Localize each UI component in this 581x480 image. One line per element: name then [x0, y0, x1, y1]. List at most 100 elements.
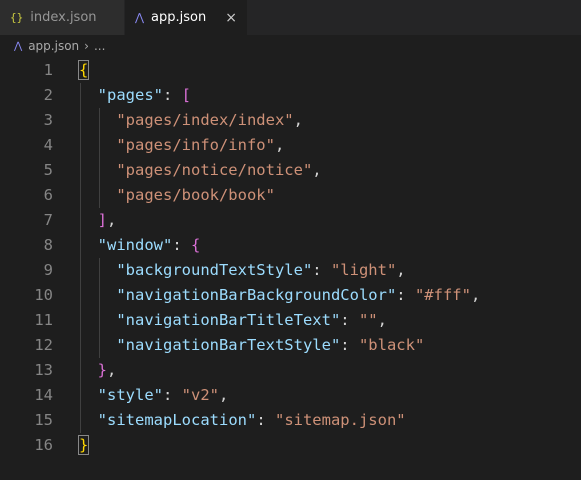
close-icon[interactable]: ×: [225, 10, 237, 26]
code-token: ,: [293, 111, 303, 129]
code-line[interactable]: 3 "pages/index/index",: [0, 108, 581, 133]
code-token: :: [172, 236, 191, 254]
json-string: "v2": [181, 386, 219, 404]
code-editor[interactable]: 1{2 "pages": [3 "pages/index/index", 4 "p…: [0, 58, 581, 480]
code-line[interactable]: 2 "pages": [: [0, 83, 581, 108]
code-text: "navigationBarBackgroundColor": "#fff",: [79, 283, 480, 308]
json-string: "#fff": [414, 286, 471, 304]
code-line[interactable]: 11 "navigationBarTitleText": "",: [0, 308, 581, 333]
json-key: "sitemapLocation": [97, 411, 257, 429]
code-text: "pages/book/book": [79, 183, 275, 208]
bracket: ]: [97, 211, 108, 229]
line-number: 15: [34, 411, 53, 429]
tab-label: app.json: [151, 10, 207, 25]
code-token: ,: [219, 386, 229, 404]
code-token: ,: [377, 311, 387, 329]
code-text: "pages/notice/notice",: [79, 158, 322, 183]
code-text: {: [77, 58, 90, 83]
code-token: :: [163, 86, 182, 104]
code-token: :: [396, 286, 415, 304]
code-token: ,: [312, 161, 322, 179]
breadcrumb: ⋀ app.json › ...: [0, 35, 581, 57]
json-string: "": [358, 311, 378, 329]
breadcrumb-file[interactable]: app.json: [28, 39, 79, 53]
code-text: "sitemapLocation": "sitemap.json": [79, 408, 406, 433]
code-text: },: [79, 358, 117, 383]
bracket: }: [97, 361, 108, 379]
line-number: 8: [43, 236, 53, 254]
code-token: :: [256, 411, 275, 429]
json-key: "navigationBarBackgroundColor": [116, 286, 397, 304]
json-string: "pages/index/index": [116, 111, 294, 129]
code-line[interactable]: 16}: [0, 433, 581, 458]
code-text: "style": "v2",: [79, 383, 229, 408]
code-token: :: [163, 386, 182, 404]
line-number: 16: [34, 436, 53, 454]
code-line[interactable]: 12 "navigationBarTextStyle": "black": [0, 333, 581, 358]
code-line[interactable]: 15 "sitemapLocation": "sitemap.json": [0, 408, 581, 433]
line-number: 3: [43, 111, 53, 129]
code-line[interactable]: 9 "backgroundTextStyle": "light",: [0, 258, 581, 283]
bracket: }: [77, 435, 90, 455]
code-line[interactable]: 13 },: [0, 358, 581, 383]
json-braces-icon: {}: [10, 11, 24, 24]
tab-label: index.json: [30, 10, 97, 25]
code-text: "pages/index/index",: [79, 108, 303, 133]
json-string: "pages/info/info": [116, 136, 275, 154]
miniprogram-icon: ⋀: [135, 11, 145, 24]
code-line[interactable]: 10 "navigationBarBackgroundColor": "#fff…: [0, 283, 581, 308]
code-line[interactable]: 5 "pages/notice/notice",: [0, 158, 581, 183]
line-number: 13: [34, 361, 53, 379]
code-token: ,: [107, 211, 117, 229]
line-number: 2: [43, 86, 53, 104]
line-number: 6: [43, 186, 53, 204]
json-key: "style": [97, 386, 163, 404]
code-text: "navigationBarTextStyle": "black": [79, 333, 424, 358]
line-number: 1: [43, 61, 53, 79]
json-key: "pages": [97, 86, 163, 104]
breadcrumb-more[interactable]: ...: [94, 39, 105, 53]
bracket: {: [191, 236, 201, 254]
code-line[interactable]: 4 "pages/info/info",: [0, 133, 581, 158]
code-line[interactable]: 1{: [0, 58, 581, 83]
json-string: "light": [330, 261, 397, 279]
tab-app-json[interactable]: ⋀ app.json ×: [125, 0, 247, 35]
editor-tab-bar: {} index.json ⋀ app.json ×: [0, 0, 581, 35]
code-text: "pages": [: [79, 83, 191, 108]
json-key: "window": [97, 236, 173, 254]
code-text: "navigationBarTitleText": "",: [79, 308, 387, 333]
line-number: 10: [34, 286, 53, 304]
code-line[interactable]: 8 "window": {: [0, 233, 581, 258]
json-key: "navigationBarTitleText": [116, 311, 341, 329]
code-token: :: [340, 336, 359, 354]
indent-guide: [98, 258, 100, 358]
code-text: }: [77, 433, 90, 458]
tab-index-json[interactable]: {} index.json: [0, 0, 125, 35]
line-number: 7: [43, 211, 53, 229]
code-token: ,: [470, 286, 481, 304]
json-string: "black": [358, 336, 425, 354]
line-number: 12: [34, 336, 53, 354]
code-line[interactable]: 14 "style": "v2",: [0, 383, 581, 408]
indent-guide: [98, 108, 100, 208]
bracket: [: [181, 86, 192, 104]
line-number: 14: [34, 386, 53, 404]
code-line[interactable]: 6 "pages/book/book": [0, 183, 581, 208]
json-string: "pages/notice/notice": [116, 161, 313, 179]
code-line[interactable]: 7 ],: [0, 208, 581, 233]
code-text: "backgroundTextStyle": "light",: [79, 258, 406, 283]
code-token: ,: [396, 261, 406, 279]
indent-guide: [80, 83, 81, 433]
